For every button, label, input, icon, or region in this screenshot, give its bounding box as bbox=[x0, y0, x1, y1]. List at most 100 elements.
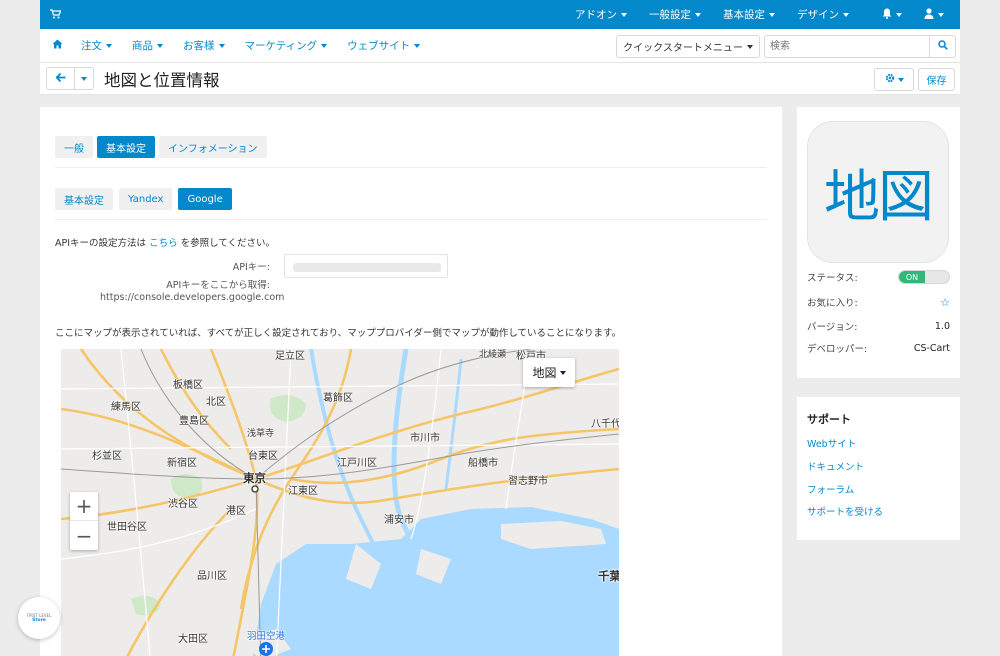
api-help-link[interactable]: こちら bbox=[149, 238, 178, 249]
subtab-basic[interactable]: 基本設定 bbox=[55, 188, 113, 210]
map-label: 板橋区 bbox=[173, 380, 203, 391]
bell-icon bbox=[882, 8, 892, 22]
search-input[interactable] bbox=[765, 36, 929, 57]
map-label: 羽田空港 bbox=[247, 631, 286, 642]
api-key-label: APIキー: bbox=[232, 262, 270, 273]
page-title: 地図と位置情報 bbox=[104, 71, 220, 90]
nav-marketing[interactable]: マーケティング bbox=[245, 38, 328, 53]
support-card: サポート Webサイト ドキュメント フォーラム サポートを受ける bbox=[797, 397, 960, 540]
chevron-down-icon bbox=[321, 43, 328, 48]
map-label: 葛飾区 bbox=[323, 393, 353, 404]
nav-customers[interactable]: お客様 bbox=[183, 38, 225, 53]
map-label: 江東区 bbox=[288, 486, 318, 497]
map-preview[interactable]: 足立区 北綾瀬 松戸市 板橋区 北区 練馬区 豊島区 葛飾区 市川市 八千代 杉… bbox=[61, 349, 619, 656]
support-link-forum[interactable]: フォーラム bbox=[807, 482, 854, 496]
map-label: 大田区 bbox=[178, 634, 208, 645]
map-label: 杉並区 bbox=[92, 451, 122, 462]
support-link-get-support[interactable]: サポートを受ける bbox=[807, 504, 883, 518]
tab-information[interactable]: インフォメーション bbox=[159, 136, 267, 158]
search-box bbox=[764, 35, 956, 58]
quickstart-menu-button[interactable]: クイックスタートメニュー bbox=[616, 35, 760, 58]
nav-products[interactable]: 商品 bbox=[132, 38, 163, 53]
user-icon bbox=[924, 7, 934, 22]
menu-addons[interactable]: アドオン bbox=[564, 7, 638, 22]
map-label: 浅草寺 bbox=[247, 429, 275, 439]
api-key-help-text: APIキーの設定方法は こちら を参照してください。 bbox=[55, 238, 276, 249]
history-dropdown[interactable] bbox=[75, 68, 93, 89]
support-title: サポート bbox=[807, 413, 851, 426]
star-icon[interactable]: ☆ bbox=[940, 296, 950, 309]
top-bar: アドオン 一般設定 基本設定 デザイン bbox=[40, 0, 960, 29]
tab-settings[interactable]: 基本設定 bbox=[97, 136, 155, 158]
map-label: 豊島区 bbox=[179, 416, 209, 427]
menu-basic-settings[interactable]: 基本設定 bbox=[712, 7, 786, 22]
settings-dropdown-button[interactable] bbox=[874, 68, 914, 91]
zoom-in-button[interactable]: + bbox=[70, 492, 98, 521]
menu-design[interactable]: デザイン bbox=[786, 7, 860, 22]
chevron-down-icon bbox=[106, 43, 112, 48]
menu-general-settings[interactable]: 一般設定 bbox=[638, 7, 712, 22]
map-label: 新宿区 bbox=[167, 458, 197, 469]
subtab-google[interactable]: Google bbox=[178, 188, 232, 210]
map-label: 江戸川区 bbox=[337, 458, 377, 469]
map-label: 世田谷区 bbox=[107, 522, 147, 533]
home-icon[interactable] bbox=[52, 39, 63, 52]
tabs: 一般 基本設定 インフォメーション bbox=[55, 136, 267, 158]
user-menu[interactable] bbox=[913, 7, 960, 22]
back-button-group bbox=[46, 67, 94, 90]
map-label: 台東区 bbox=[248, 451, 278, 462]
subtab-yandex[interactable]: Yandex bbox=[119, 188, 173, 210]
cart-icon[interactable] bbox=[50, 8, 62, 22]
chevron-down-icon bbox=[897, 77, 904, 82]
map-label: 船橋市 bbox=[468, 458, 498, 469]
status-row: ステータス: ON bbox=[807, 270, 950, 284]
map-label: 足立区 bbox=[275, 351, 305, 362]
chevron-down-icon bbox=[769, 12, 775, 17]
map-label: 市川市 bbox=[410, 433, 440, 444]
map-type-button[interactable]: 地図 bbox=[523, 358, 575, 387]
title-row: 地図と位置情報 保存 bbox=[40, 63, 960, 95]
nav-website[interactable]: ウェブサイト bbox=[347, 38, 421, 53]
chevron-down-icon bbox=[81, 76, 87, 81]
chevron-down-icon bbox=[896, 12, 902, 17]
map-label: 習志野市 bbox=[508, 476, 548, 487]
zoom-out-button[interactable]: − bbox=[70, 521, 98, 550]
nav-orders[interactable]: 注文 bbox=[81, 38, 112, 53]
tab-general[interactable]: 一般 bbox=[55, 136, 93, 158]
chevron-down-icon bbox=[695, 12, 701, 17]
api-get-label: APIキーをここから取得: bbox=[166, 280, 270, 291]
store-badge-logo[interactable]: FIRST LEVEL Store bbox=[18, 597, 60, 639]
api-key-field[interactable] bbox=[284, 254, 448, 278]
developer-row: デベロッパー: CS-Cart bbox=[807, 342, 950, 356]
map-label: 八千代 bbox=[591, 419, 619, 430]
favorite-row: お気に入り: ☆ bbox=[807, 295, 950, 310]
version-row: バージョン: 1.0 bbox=[807, 320, 950, 334]
map-label: 千葉 bbox=[598, 569, 619, 583]
search-button[interactable] bbox=[929, 36, 955, 57]
chevron-down-icon bbox=[157, 43, 163, 48]
map-label: 品川区 bbox=[197, 571, 227, 582]
notifications-menu[interactable] bbox=[860, 8, 913, 22]
api-get-url: https://console.developers.google.com bbox=[100, 292, 285, 303]
subtabs: 基本設定 Yandex Google bbox=[55, 188, 232, 210]
chevron-down-icon bbox=[218, 43, 225, 48]
map-label: 北綾瀬 bbox=[479, 350, 507, 360]
support-link-website[interactable]: Webサイト bbox=[807, 436, 856, 450]
chevron-down-icon bbox=[414, 43, 421, 48]
addon-info-card: 地図 ステータス: ON お気に入り: ☆ バージョン: 1.0 デベロッパー:… bbox=[797, 107, 960, 378]
map-label: 浦安市 bbox=[384, 515, 414, 526]
map-label: 渋谷区 bbox=[168, 499, 198, 510]
map-check-note: ここにマップが表示されていれば、すべてが正しく設定されており、マッププロバイダー… bbox=[55, 328, 622, 339]
addon-icon: 地図 bbox=[807, 121, 949, 263]
search-icon bbox=[937, 40, 948, 53]
map-label: 港区 bbox=[226, 506, 246, 517]
gear-icon bbox=[885, 73, 895, 86]
map-label: 練馬区 bbox=[111, 402, 141, 413]
arrow-left-icon bbox=[55, 72, 66, 85]
back-button[interactable] bbox=[47, 68, 75, 89]
support-link-docs[interactable]: ドキュメント bbox=[807, 459, 864, 473]
status-toggle[interactable]: ON bbox=[898, 270, 950, 284]
save-button[interactable]: 保存 bbox=[918, 68, 955, 91]
map-label: 東京 bbox=[243, 471, 266, 485]
main-nav: 注文 商品 お客様 マーケティング ウェブサイト クイックスタートメニュー bbox=[40, 29, 960, 63]
